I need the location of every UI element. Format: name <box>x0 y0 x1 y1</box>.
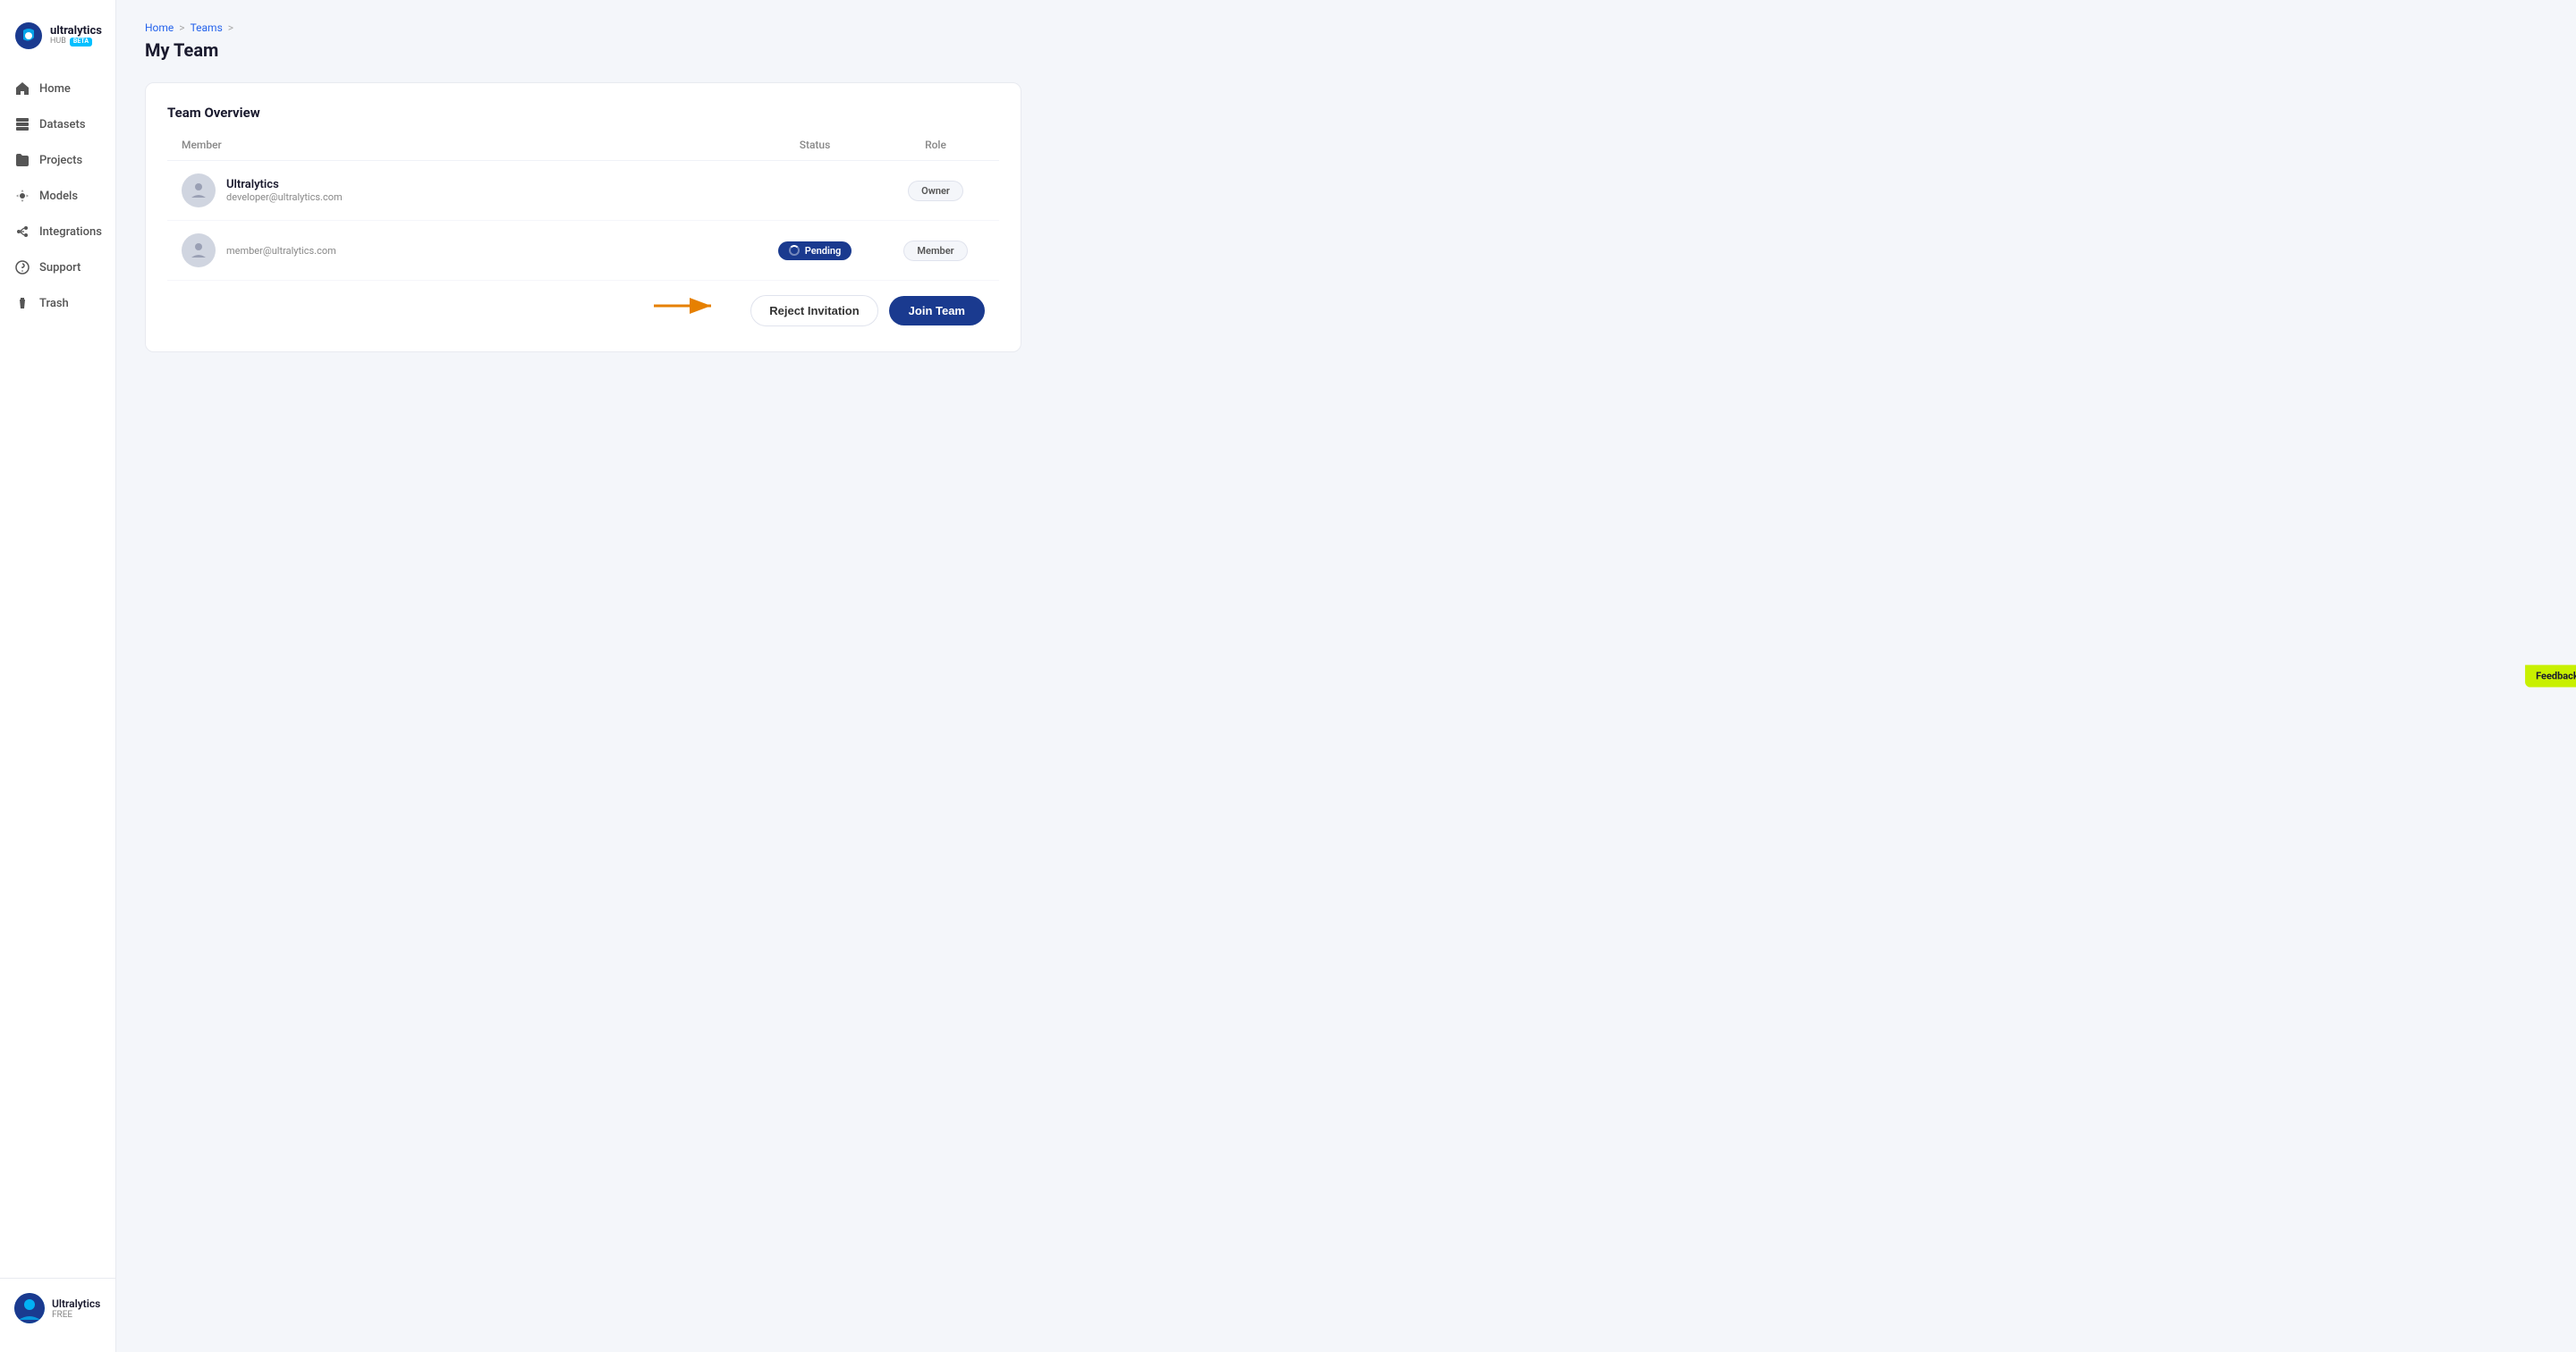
status-badge: Pending <box>778 241 852 260</box>
col-header-status: Status <box>743 139 886 151</box>
col-header-member: Member <box>182 139 743 151</box>
sidebar-bottom: Ultralytics FREE <box>0 1278 115 1338</box>
card-title: Team Overview <box>167 105 999 121</box>
breadcrumb-sep-1: > <box>179 21 184 34</box>
member-info: member@ultralytics.com <box>182 233 743 267</box>
integrations-icon <box>14 224 30 240</box>
member-status: Pending <box>743 241 886 260</box>
sidebar-item-trash-label: Trash <box>39 297 69 310</box>
user-profile[interactable]: Ultralytics FREE <box>14 1293 101 1323</box>
sidebar-item-datasets[interactable]: Datasets <box>0 107 115 141</box>
beta-badge: BETA <box>70 38 92 46</box>
sidebar-nav: Home Datasets Projects Models <box>0 72 115 1278</box>
breadcrumb-teams[interactable]: Teams <box>191 21 223 34</box>
arrow-icon <box>650 293 722 318</box>
arrow-annotation <box>650 293 722 318</box>
table-row: member@ultralytics.com Pending Member <box>167 221 999 281</box>
models-icon <box>14 188 30 204</box>
trash-icon <box>14 295 30 311</box>
feedback-tab[interactable]: Feedback ☺ <box>2525 665 2576 688</box>
avatar <box>14 1293 45 1323</box>
member-email: member@ultralytics.com <box>226 245 336 257</box>
member-avatar <box>182 173 216 207</box>
join-team-button[interactable]: Join Team <box>889 296 985 325</box>
logo-text: ultralytics HUB BETA <box>50 25 102 46</box>
projects-icon <box>14 152 30 168</box>
avatar-image <box>14 1293 45 1323</box>
sidebar-item-home[interactable]: Home <box>0 72 115 106</box>
role-badge: Member <box>903 241 967 261</box>
user-name: Ultralytics <box>52 1297 100 1310</box>
table-row: Ultralytics developer@ultralytics.com Ow… <box>167 161 999 221</box>
reject-invitation-button[interactable]: Reject Invitation <box>750 295 877 326</box>
member-role: Owner <box>886 181 985 201</box>
sidebar-item-projects-label: Projects <box>39 154 82 167</box>
hub-label: HUB BETA <box>50 38 102 46</box>
feedback-label: Feedback <box>2536 671 2576 682</box>
member-avatar <box>182 233 216 267</box>
brand-name: ultralytics <box>50 25 102 38</box>
spinner-icon <box>789 245 800 256</box>
sidebar-item-models-label: Models <box>39 190 78 203</box>
member-info: Ultralytics developer@ultralytics.com <box>182 173 743 207</box>
member-avatar-icon <box>188 180 209 201</box>
sidebar-item-home-label: Home <box>39 82 71 96</box>
sidebar-item-integrations[interactable]: Integrations <box>0 215 115 249</box>
sidebar-item-datasets-label: Datasets <box>39 118 86 131</box>
member-details: member@ultralytics.com <box>226 245 336 257</box>
logo: ultralytics HUB BETA <box>0 14 115 72</box>
home-icon <box>14 80 30 97</box>
team-overview-card: Team Overview Member Status Role Ultraly… <box>145 82 1021 352</box>
role-badge: Owner <box>908 181 963 201</box>
sidebar-item-models[interactable]: Models <box>0 179 115 213</box>
user-plan: FREE <box>52 1310 100 1320</box>
member-details: Ultralytics developer@ultralytics.com <box>226 178 343 203</box>
page-title: My Team <box>145 39 2547 61</box>
sidebar-item-trash[interactable]: Trash <box>0 286 115 320</box>
col-header-role: Role <box>886 139 985 151</box>
datasets-icon <box>14 116 30 132</box>
ultralytics-logo-icon <box>14 21 43 50</box>
member-email: developer@ultralytics.com <box>226 191 343 203</box>
sidebar-item-support-label: Support <box>39 261 80 275</box>
user-info: Ultralytics FREE <box>52 1297 100 1320</box>
member-role: Member <box>886 241 985 261</box>
sidebar-item-support[interactable]: Support <box>0 250 115 284</box>
pending-label: Pending <box>805 245 842 257</box>
sidebar-item-projects[interactable]: Projects <box>0 143 115 177</box>
member-name: Ultralytics <box>226 178 343 191</box>
member-avatar-icon <box>188 240 209 261</box>
sidebar: ultralytics HUB BETA Home Datasets <box>0 0 116 1352</box>
sidebar-item-integrations-label: Integrations <box>39 225 102 239</box>
breadcrumb-sep-2: > <box>228 21 233 34</box>
main-content: Home > Teams > My Team Team Overview Mem… <box>116 0 2576 1352</box>
action-bar: Reject Invitation Join Team <box>167 281 999 330</box>
support-icon <box>14 259 30 275</box>
table-header: Member Status Role <box>167 139 999 161</box>
breadcrumb-home[interactable]: Home <box>145 21 174 34</box>
breadcrumb: Home > Teams > <box>145 21 2547 34</box>
